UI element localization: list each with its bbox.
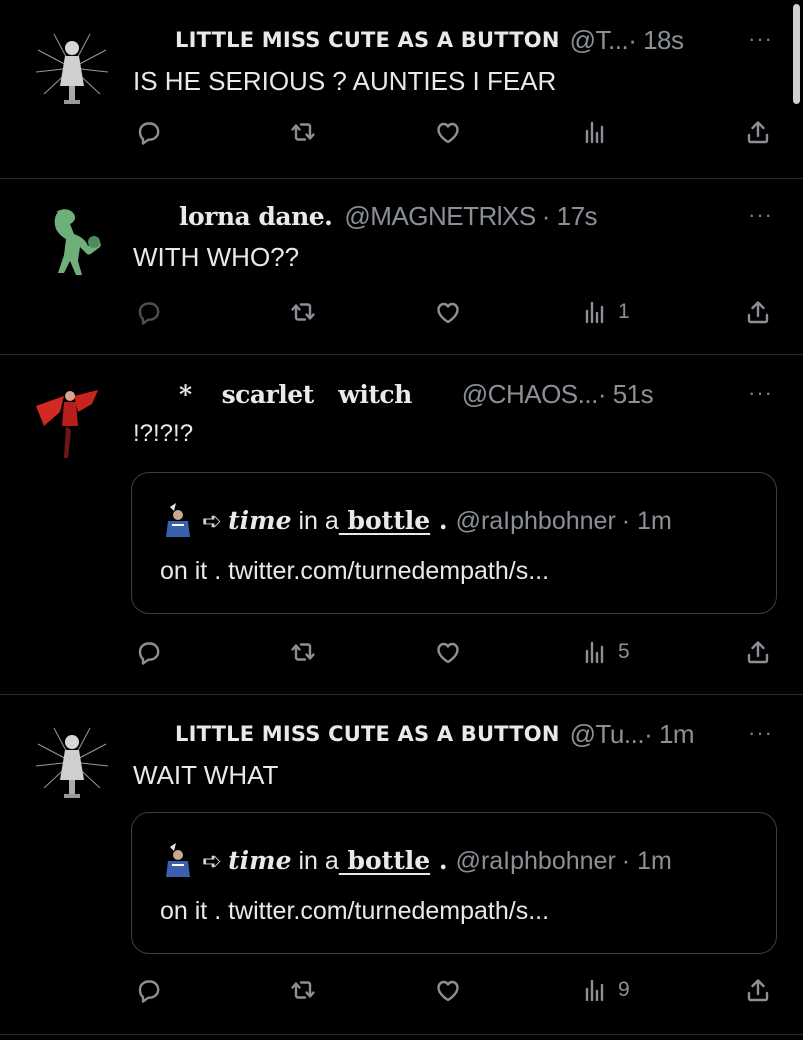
tweet-actions: 5 xyxy=(0,632,803,672)
timestamp[interactable]: · 1m xyxy=(644,719,695,750)
timestamp[interactable]: · 51s xyxy=(598,379,654,410)
quote-display-name: time in a bottle . xyxy=(228,846,448,875)
tweet-header: LITTLE MISS CUTE AS A BUTTON @Tu... · 1m xyxy=(133,718,713,750)
views-icon[interactable]: 1 xyxy=(580,292,630,332)
tweet-header: lorna dane. @MAGNETRlXS · 17s xyxy=(133,200,713,232)
share-icon[interactable] xyxy=(743,632,773,672)
user-handle[interactable]: @Tu... xyxy=(570,719,645,750)
share-icon[interactable] xyxy=(743,292,773,332)
views-icon[interactable]: 9 xyxy=(580,970,630,1010)
quote-tweet-card[interactable]: ➪ time in a bottle . @raIphbohner · 1m o… xyxy=(131,812,777,954)
views-count: 5 xyxy=(618,640,630,663)
reply-icon[interactable] xyxy=(134,970,164,1010)
tweet-text: WAIT WHAT xyxy=(133,760,279,790)
reply-icon[interactable] xyxy=(134,632,164,672)
retweet-icon[interactable] xyxy=(288,970,318,1010)
user-handle[interactable]: @CHAOS... xyxy=(462,379,599,410)
tweet[interactable]: LITTLE MISS CUTE AS A BUTTON @T... · 18s… xyxy=(0,0,803,179)
forward-arrow-icon: ➪ xyxy=(202,507,223,535)
user-handle[interactable]: @MAGNETRlXS xyxy=(344,201,536,232)
like-icon[interactable] xyxy=(433,970,463,1010)
quote-timestamp: · 1m xyxy=(621,846,672,875)
tweet[interactable]: LITTLE MISS CUTE AS A BUTTON @Tu... · 1m… xyxy=(0,694,803,1035)
retweet-icon[interactable] xyxy=(288,112,318,152)
avatar[interactable] xyxy=(34,722,110,802)
more-options-icon[interactable]: ··· xyxy=(748,380,773,406)
quote-timestamp: · 1m xyxy=(621,506,672,535)
retweet-icon[interactable] xyxy=(288,632,318,672)
views-count: 9 xyxy=(618,978,630,1001)
tweet[interactable]: lorna dane. @MAGNETRlXS · 17s ··· WITH W… xyxy=(0,178,803,355)
tweet-header: * scarlet witch @CHAOS... · 51s xyxy=(133,378,713,410)
quote-handle: @raIphbohner xyxy=(455,846,616,875)
quote-avatar xyxy=(160,503,194,539)
avatar[interactable] xyxy=(34,28,110,108)
more-options-icon[interactable]: ··· xyxy=(748,26,773,52)
quote-header: ➪ time in a bottle . @raIphbohner · 1m xyxy=(160,503,672,539)
reply-icon[interactable] xyxy=(134,112,164,152)
quote-text: on it . twitter.com/turnedempath/s... xyxy=(160,557,550,585)
tweet-text: WITH WHO?? xyxy=(133,242,300,272)
retweet-icon[interactable] xyxy=(288,292,318,332)
quote-avatar xyxy=(160,843,194,879)
display-name[interactable]: lorna dane. xyxy=(179,202,333,231)
quote-handle: @raIphbohner xyxy=(455,506,616,535)
display-name[interactable]: LITTLE MISS CUTE AS A BUTTON xyxy=(175,722,560,746)
views-icon[interactable] xyxy=(580,112,618,152)
name-prefix[interactable]: * xyxy=(179,380,192,409)
tweet-actions: 9 xyxy=(0,970,803,1010)
display-name[interactable]: LITTLE MISS CUTE AS A BUTTON xyxy=(175,28,560,52)
quote-tweet-card[interactable]: ➪ time in a bottle . @raIphbohner · 1m o… xyxy=(131,472,777,614)
like-icon[interactable] xyxy=(433,632,463,672)
avatar[interactable] xyxy=(34,202,110,282)
forward-arrow-icon: ➪ xyxy=(202,847,223,875)
like-icon[interactable] xyxy=(433,292,463,332)
share-icon[interactable] xyxy=(743,112,773,152)
user-handle[interactable]: @T... xyxy=(570,25,629,56)
tweet-header: LITTLE MISS CUTE AS A BUTTON @T... · 18s xyxy=(133,24,713,56)
avatar[interactable] xyxy=(34,382,110,462)
views-count: 1 xyxy=(618,300,630,323)
tweet[interactable]: * scarlet witch @CHAOS... · 51s ··· !?!?… xyxy=(0,354,803,695)
quote-text: on it . twitter.com/turnedempath/s... xyxy=(160,897,550,925)
tweet-text: IS HE SERIOUS ? AUNTIES I FEAR xyxy=(133,66,557,96)
tweet-actions: 1 xyxy=(0,292,803,332)
views-icon[interactable]: 5 xyxy=(580,632,630,672)
tweet-actions xyxy=(0,112,803,152)
timestamp[interactable]: · 17s xyxy=(542,201,598,232)
like-icon[interactable] xyxy=(433,112,463,152)
quote-header: ➪ time in a bottle . @raIphbohner · 1m xyxy=(160,843,672,879)
more-options-icon[interactable]: ··· xyxy=(748,720,773,746)
display-name[interactable]: scarlet witch xyxy=(222,380,413,409)
more-options-icon[interactable]: ··· xyxy=(748,202,773,228)
reply-icon[interactable] xyxy=(134,292,164,332)
share-icon[interactable] xyxy=(743,970,773,1010)
tweet-text: !?!?!? xyxy=(133,420,194,447)
timestamp[interactable]: · 18s xyxy=(628,25,684,56)
quote-display-name: time in a bottle . xyxy=(228,506,448,535)
